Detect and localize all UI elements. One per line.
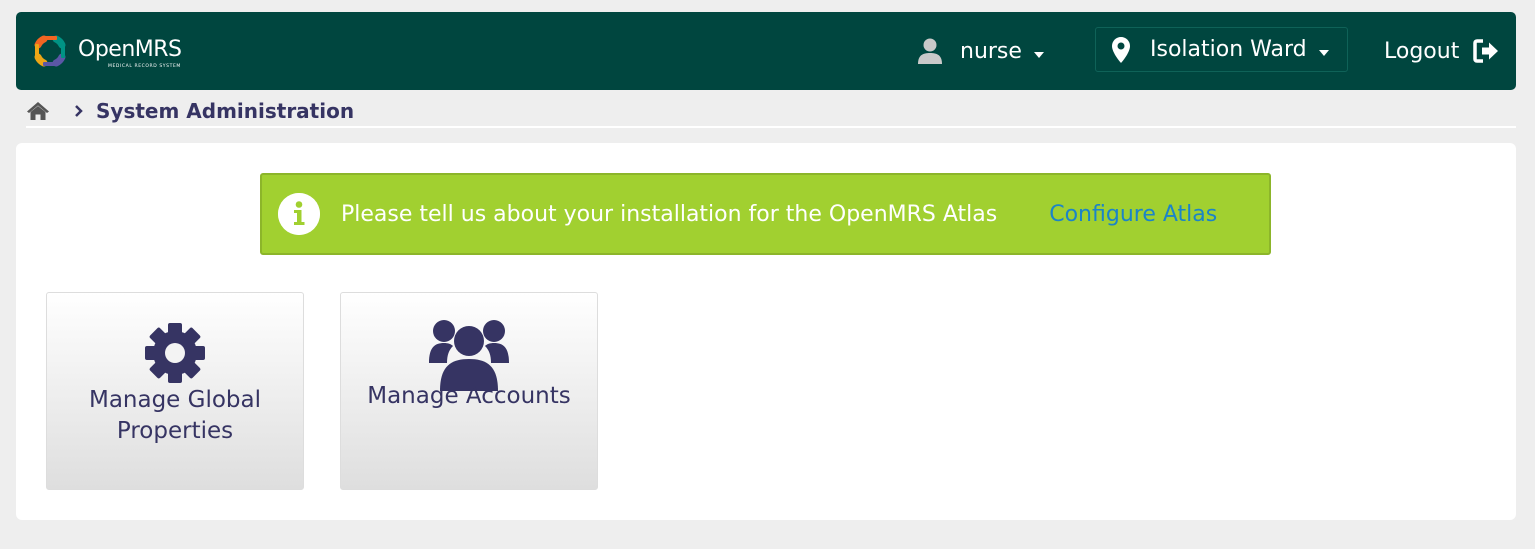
chevron-down-icon bbox=[1318, 37, 1329, 62]
logout-button[interactable]: Logout bbox=[1384, 34, 1499, 68]
atlas-alert: Please tell us about your installation f… bbox=[260, 173, 1271, 255]
breadcrumb-current: System Administration bbox=[96, 99, 355, 123]
map-marker-icon bbox=[1112, 36, 1130, 63]
users-icon bbox=[428, 317, 510, 391]
tile-label: Manage Accounts bbox=[367, 383, 571, 409]
main-panel: Please tell us about your installation f… bbox=[16, 143, 1516, 520]
tile-label: Manage Global Properties bbox=[88, 387, 262, 444]
openmrs-logo[interactable]: OpenMRS MEDICAL RECORD SYSTEM bbox=[30, 30, 182, 72]
location-selector[interactable]: Isolation Ward bbox=[1095, 27, 1348, 72]
chevron-down-icon bbox=[1033, 39, 1044, 64]
user-name: nurse bbox=[960, 38, 1022, 64]
logo-title: OpenMRS bbox=[78, 37, 182, 62]
manage-accounts-button[interactable]: Manage Accounts bbox=[340, 292, 598, 490]
app-header: OpenMRS MEDICAL RECORD SYSTEM nurse Isol… bbox=[16, 12, 1516, 90]
home-icon[interactable] bbox=[26, 101, 50, 121]
user-icon bbox=[918, 38, 942, 64]
breadcrumb: System Administration bbox=[26, 96, 1516, 128]
location-name: Isolation Ward bbox=[1150, 37, 1307, 62]
openmrs-logo-icon bbox=[34, 35, 66, 67]
configure-atlas-link[interactable]: Configure Atlas bbox=[1049, 202, 1217, 227]
sign-out-icon bbox=[1473, 39, 1499, 63]
gear-icon bbox=[143, 321, 207, 387]
logo-subtitle: MEDICAL RECORD SYSTEM bbox=[108, 64, 181, 69]
manage-global-properties-button[interactable]: Manage Global Properties bbox=[46, 292, 304, 490]
user-menu[interactable]: nurse bbox=[916, 34, 1044, 68]
logout-label: Logout bbox=[1384, 38, 1460, 64]
chevron-right-icon bbox=[74, 104, 84, 118]
alert-message: Please tell us about your installation f… bbox=[341, 201, 998, 227]
info-icon bbox=[278, 193, 320, 235]
